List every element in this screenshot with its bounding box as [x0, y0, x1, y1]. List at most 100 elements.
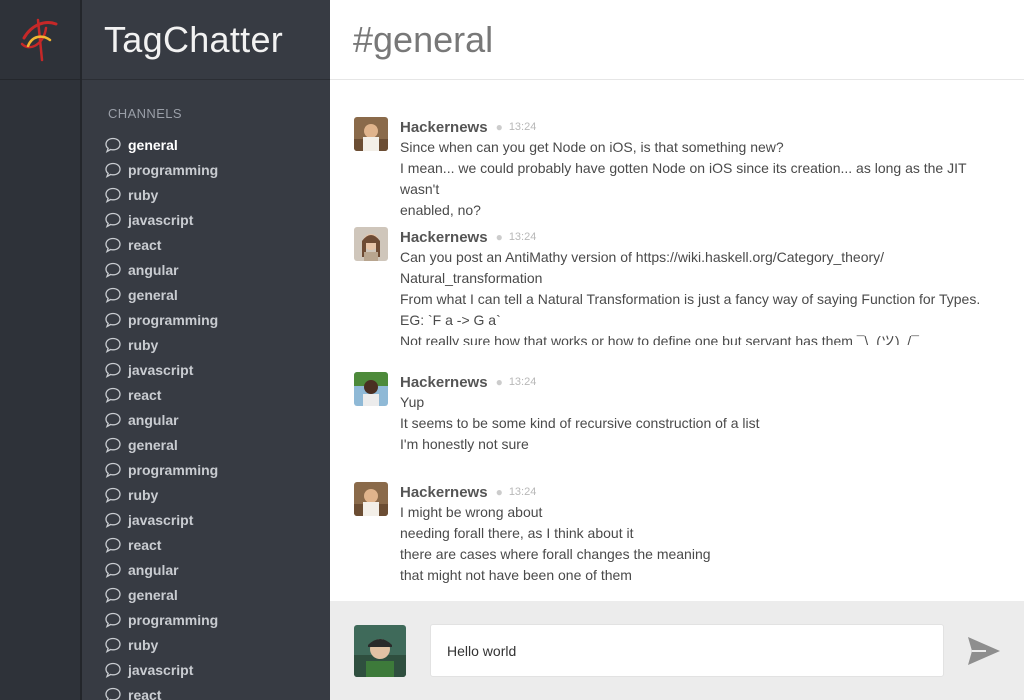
speech-bubble-icon: [105, 362, 121, 378]
channel-item[interactable]: react: [82, 532, 330, 557]
channel-label: ruby: [128, 186, 159, 203]
message-line: enabled, no?: [400, 202, 481, 218]
channel-item[interactable]: programming: [82, 157, 330, 182]
channel-item[interactable]: angular: [82, 407, 330, 432]
channel-label: react: [128, 386, 162, 403]
message-line: there are cases where forall changes the…: [400, 546, 711, 562]
channel-sidebar: TagChatter CHANNELS general programming ru…: [82, 0, 330, 700]
speech-bubble-icon: [105, 537, 121, 553]
channel-label: ruby: [128, 486, 159, 503]
speech-bubble-icon: [105, 337, 121, 353]
channel-label: javascript: [128, 661, 194, 678]
channel-item[interactable]: ruby: [82, 632, 330, 657]
channel-item[interactable]: ruby: [82, 482, 330, 507]
channel-label: react: [128, 686, 162, 700]
channel-item[interactable]: general: [82, 282, 330, 307]
channel-item[interactable]: javascript: [82, 357, 330, 382]
speech-bubble-icon: [105, 637, 121, 653]
message-timestamp: 13:24: [508, 231, 537, 243]
send-arrow-icon: [968, 637, 1000, 665]
message-timestamp: 13:24: [508, 376, 537, 388]
channel-item[interactable]: programming: [82, 607, 330, 632]
message-line: EG: `F a -> G a`: [400, 312, 501, 328]
app-name: TagChatter: [104, 18, 284, 60]
speech-bubble-icon: [105, 262, 121, 278]
current-user-avatar[interactable]: [354, 625, 406, 677]
channel-label: javascript: [128, 361, 194, 378]
channel-label: programming: [128, 611, 219, 628]
avatar[interactable]: [354, 482, 388, 516]
left-rail: [0, 0, 82, 700]
message-list[interactable]: Hackernews ● 13:24 Since when can you ge…: [330, 80, 1024, 601]
speech-bubble-icon: [105, 437, 121, 453]
speech-bubble-icon: [105, 162, 121, 178]
message-composer: [330, 601, 1024, 700]
message-timestamp: 13:24: [508, 121, 537, 133]
message-author[interactable]: Hackernews: [400, 229, 488, 246]
speech-bubble-icon: [105, 687, 121, 700]
speech-bubble-icon: [105, 587, 121, 603]
channel-label: general: [128, 286, 178, 303]
channel-label: react: [128, 536, 162, 553]
message-line: I mean... we could probably have gotten …: [400, 160, 967, 197]
speech-bubble-icon: [105, 312, 121, 328]
message-line: I'm honestly not sure: [400, 436, 529, 452]
message-input[interactable]: [430, 624, 944, 677]
message-line: Yup: [400, 394, 425, 410]
channel-item[interactable]: programming: [82, 307, 330, 332]
channel-label: angular: [128, 561, 179, 578]
channel-item[interactable]: ruby: [82, 182, 330, 207]
channel-label: angular: [128, 261, 179, 278]
avatar[interactable]: [354, 372, 388, 406]
speech-bubble-icon: [105, 237, 121, 253]
channel-label: general: [128, 436, 178, 453]
channel-item[interactable]: react: [82, 382, 330, 407]
speech-bubble-icon: [105, 462, 121, 478]
speech-bubble-icon: [105, 212, 121, 228]
message-line: Not really sure how that works or how to…: [400, 333, 919, 345]
channel-label: general: [128, 136, 178, 153]
message-line: Since when can you get Node on iOS, is t…: [400, 139, 784, 155]
channel-label: general: [128, 586, 178, 603]
channel-item[interactable]: react: [82, 682, 330, 700]
separator-dot: ●: [495, 230, 503, 244]
channel-item[interactable]: javascript: [82, 207, 330, 232]
message-line: Can you post an AntiMathy version of htt…: [400, 249, 885, 265]
channel-title: #general: [353, 18, 494, 60]
channel-label: ruby: [128, 636, 159, 653]
channel-list: general programming ruby javascript react ang…: [82, 132, 330, 700]
channel-item[interactable]: general: [82, 132, 330, 157]
channel-item[interactable]: angular: [82, 557, 330, 582]
avatar[interactable]: [354, 227, 388, 261]
channel-item[interactable]: javascript: [82, 507, 330, 532]
message-item: Hackernews ● 13:24 Can you post an AntiM…: [354, 227, 1004, 345]
channel-header: #general: [330, 0, 1024, 80]
channel-item[interactable]: ruby: [82, 332, 330, 357]
message-author[interactable]: Hackernews: [400, 119, 488, 136]
channel-item[interactable]: javascript: [82, 657, 330, 682]
message-line: From what I can tell a Natural Transform…: [400, 291, 981, 307]
channel-label: react: [128, 236, 162, 253]
message-author[interactable]: Hackernews: [400, 484, 488, 501]
speech-bubble-icon: [105, 512, 121, 528]
message-author[interactable]: Hackernews: [400, 374, 488, 391]
separator-dot: ●: [495, 375, 503, 389]
speech-bubble-icon: [105, 612, 121, 628]
channel-label: programming: [128, 161, 219, 178]
app-logo[interactable]: [0, 0, 80, 80]
tagchatter-logo-icon: [20, 18, 58, 62]
channel-item[interactable]: react: [82, 232, 330, 257]
separator-dot: ●: [495, 120, 503, 134]
channel-item[interactable]: general: [82, 432, 330, 457]
speech-bubble-icon: [105, 662, 121, 678]
message-timestamp: 13:24: [508, 486, 537, 498]
send-button[interactable]: [966, 633, 1002, 669]
speech-bubble-icon: [105, 137, 121, 153]
message-line: that might not have been one of them: [400, 567, 632, 583]
message-line: needing forall there, as I think about i…: [400, 525, 634, 541]
channel-label: programming: [128, 311, 219, 328]
channel-item[interactable]: programming: [82, 457, 330, 482]
channel-item[interactable]: general: [82, 582, 330, 607]
avatar[interactable]: [354, 117, 388, 151]
channel-item[interactable]: angular: [82, 257, 330, 282]
